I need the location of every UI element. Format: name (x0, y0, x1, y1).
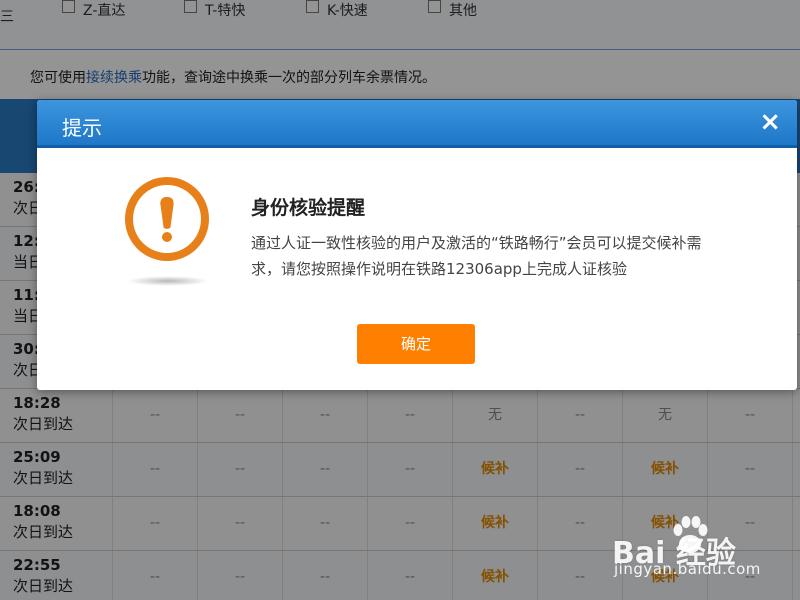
close-icon[interactable]: × (759, 108, 781, 136)
baidu-jingyan-watermark: Bai 经验 jingyan.baidu.com (612, 514, 792, 594)
dialog-heading: 身份核验提醒 (251, 197, 366, 219)
warning-icon-shadow (127, 276, 209, 286)
warning-exclamation-icon (125, 177, 209, 261)
confirm-button[interactable]: 确定 (357, 324, 475, 364)
dialog-header: 提示 × (37, 100, 797, 148)
watermark-url: jingyan.baidu.com (614, 560, 761, 578)
identity-verification-dialog: 提示 × 身份核验提醒 通过人证一致性核验的用户及激活的“铁路畅行”会员可以提交… (37, 100, 797, 390)
dialog-title: 提示 (62, 116, 102, 140)
dialog-message: 通过人证一致性核验的用户及激活的“铁路畅行”会员可以提交候补需求，请您按照操作说… (251, 234, 702, 278)
paw-icon (673, 516, 708, 553)
